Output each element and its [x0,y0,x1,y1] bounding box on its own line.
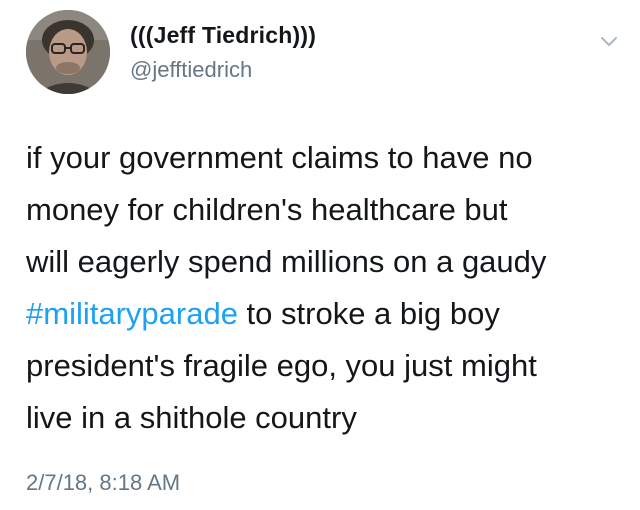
tweet-text: if your government claims to have no mon… [26,132,626,444]
hashtag-link[interactable]: #militaryparade [26,296,238,331]
tweet-text-line: president's fragile ego, you just might [26,348,537,383]
tweet-text-line: will eagerly spend millions on a gaudy [26,244,547,279]
avatar-image [26,10,110,94]
avatar[interactable] [26,10,110,94]
user-handle[interactable]: @jefftiedrich [130,57,252,83]
tweet-text-line: live in a shithole country [26,400,357,435]
chevron-down-icon[interactable] [598,30,620,52]
tweet-text-fragment: to stroke a big boy [237,296,500,331]
tweet-header: (((Jeff Tiedrich))) @jefftiedrich [26,10,626,96]
display-name[interactable]: (((Jeff Tiedrich))) [130,22,316,49]
tweet-timestamp[interactable]: 2/7/18, 8:18 AM [26,470,180,496]
tweet-text-line: money for children's healthcare but [26,192,508,227]
tweet-text-line: if your government claims to have no [26,140,533,175]
tweet-card: (((Jeff Tiedrich))) @jefftiedrich if you… [0,0,640,510]
tweet-text-line-with-hashtag: #militaryparade to stroke a big boy [26,288,626,340]
